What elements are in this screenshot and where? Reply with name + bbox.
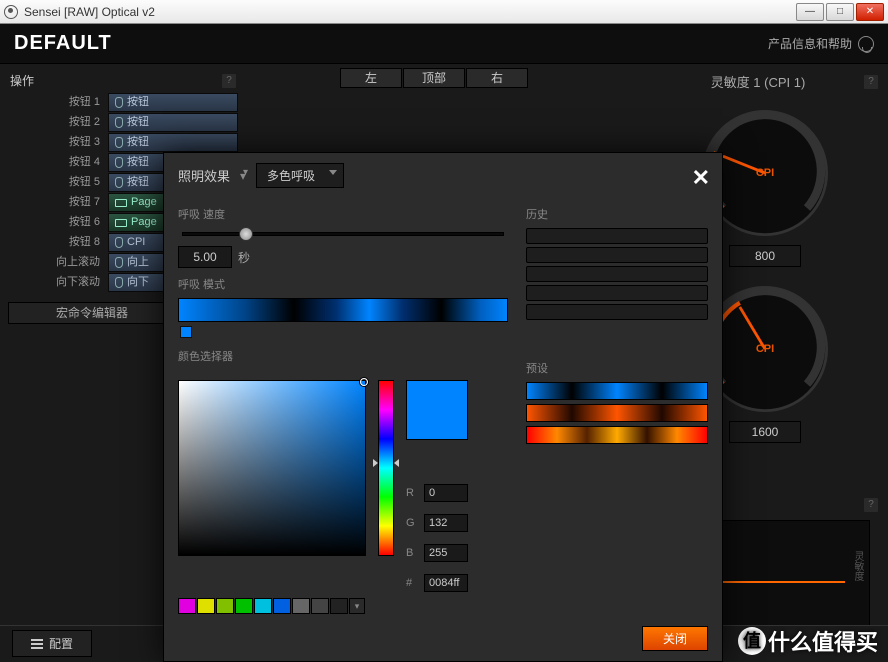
help-icon[interactable]: ? [864,75,878,89]
b-input[interactable] [424,544,468,562]
mouse-icon [115,117,123,128]
button-label: 按钮 7 [8,193,108,212]
preset-fire[interactable] [526,426,708,444]
tab-right[interactable]: 右 [466,68,528,88]
accel-y-label: 灵敏度 [850,551,865,581]
window-title: Sensei [RAW] Optical v2 [24,5,796,19]
color-swatches: ▾ [178,598,508,614]
history-slot[interactable] [526,247,708,263]
button-label: 按钮 5 [8,173,108,192]
menu-icon [31,643,43,645]
close-button[interactable]: 关闭 [642,626,708,651]
swatch[interactable] [197,598,215,614]
button-assignment[interactable]: 按钮 [108,113,238,132]
swatch[interactable] [235,598,253,614]
help-icon[interactable]: ? [864,498,878,512]
cpi1-input[interactable] [729,245,801,267]
button-label: 按钮 8 [8,233,108,252]
history-slot[interactable] [526,285,708,301]
mouse-icon [115,157,123,168]
history-label: 历史 [526,206,708,222]
slider-thumb[interactable] [239,227,253,241]
button-label: 向下滚动 [8,273,108,292]
button-label: 向上滚动 [8,253,108,272]
speed-unit: 秒 [238,249,250,266]
mouse-icon [115,137,123,148]
tab-left[interactable]: 左 [340,68,402,88]
product-info-link[interactable]: 产品信息和帮助 [768,35,874,52]
actions-title: 操作 [10,72,34,89]
hex-input[interactable] [424,574,468,592]
history-slot[interactable] [526,266,708,282]
speed-label: 呼吸 速度 [178,206,508,222]
pattern-gradient[interactable] [178,298,508,322]
effect-mode-dropdown[interactable]: 多色呼吸 [256,163,344,188]
preset-orange[interactable] [526,404,708,422]
maximize-button[interactable]: □ [826,3,854,21]
swatch[interactable] [330,598,348,614]
cpi-label: CPI [756,167,774,179]
swatch[interactable] [178,598,196,614]
keyboard-icon [115,199,127,207]
window-close-button[interactable]: ✕ [856,3,884,21]
macro-editor-button[interactable]: 宏命令编辑器 [8,302,176,324]
modal-title: 照明效果 [178,166,230,185]
modal-close-x[interactable]: ✕ [692,165,710,191]
watermark: 值 什么值得买 [738,625,878,657]
swatch-more-icon[interactable]: ▾ [349,598,365,614]
button-assignment[interactable]: 按钮 [108,93,238,112]
g-input[interactable] [424,514,468,532]
pattern-handle[interactable] [180,326,192,338]
headset-icon [858,36,874,52]
button-label: 按钮 1 [8,93,108,112]
button-label: 按钮 6 [8,213,108,232]
mouse-icon [115,177,123,188]
swatch[interactable] [273,598,291,614]
view-tabs: 左 顶部 右 [340,68,528,88]
cpi1-title: 灵敏度 1 (CPI 1) [652,72,864,91]
preset-blue[interactable] [526,382,708,400]
swatch[interactable] [292,598,310,614]
cpi2-input[interactable] [729,421,801,443]
button-label: 按钮 2 [8,113,108,132]
speed-slider[interactable] [182,232,504,236]
tab-top[interactable]: 顶部 [403,68,465,88]
picker-label: 颜色选择器 [178,348,508,364]
profile-name: DEFAULT [14,32,768,55]
history-slot[interactable] [526,304,708,320]
hue-slider[interactable] [378,380,394,556]
titlebar: Sensei [RAW] Optical v2 ― □ ✕ [0,0,888,24]
swatch[interactable] [216,598,234,614]
speed-input[interactable] [178,246,232,268]
sv-cursor[interactable] [360,378,368,386]
mouse-icon [115,97,123,108]
color-preview [406,380,468,440]
help-icon[interactable]: ? [222,74,236,88]
app-icon [4,5,18,19]
button-label: 按钮 4 [8,153,108,172]
pattern-label: 呼吸 模式 [178,276,508,292]
minimize-button[interactable]: ― [796,3,824,21]
r-input[interactable] [424,484,468,502]
mouse-icon [115,277,123,288]
keyboard-icon [115,219,127,227]
header: DEFAULT 产品信息和帮助 [0,24,888,64]
lighting-modal: 照明效果 ▾ 多色呼吸 ✕ 呼吸 速度 秒 呼吸 模式 [163,152,723,662]
swatch[interactable] [254,598,272,614]
history-slot[interactable] [526,228,708,244]
mouse-icon [115,237,123,248]
saturation-value-area[interactable] [178,380,366,556]
mouse-icon [115,257,123,268]
cpi-label: CPI [756,343,774,355]
button-assignment[interactable]: 按钮 [108,133,238,152]
button-label: 按钮 3 [8,133,108,152]
config-button[interactable]: 配置 [12,630,92,657]
swatch[interactable] [311,598,329,614]
preset-label: 预设 [526,360,708,376]
